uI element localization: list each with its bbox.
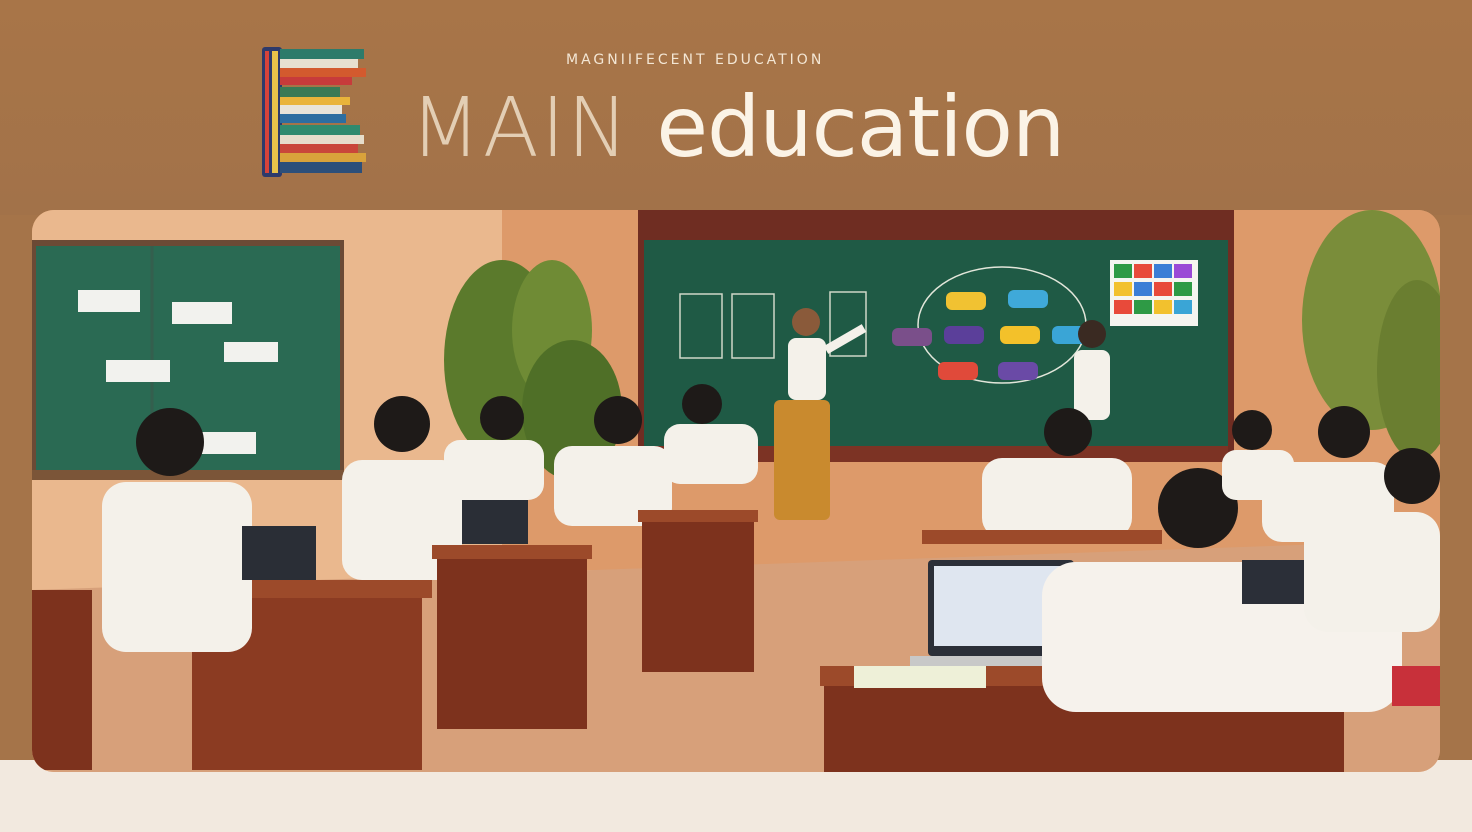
title-education: education bbox=[656, 78, 1065, 176]
stacked-books-logo-icon bbox=[262, 47, 368, 177]
student-at-board bbox=[1074, 320, 1110, 420]
title-main: MAIN bbox=[410, 81, 631, 176]
classroom-photo bbox=[32, 210, 1440, 772]
tagline: MAGNIIFECENT EDUCATION bbox=[566, 52, 825, 68]
page-title: MAIN education bbox=[410, 78, 1065, 178]
